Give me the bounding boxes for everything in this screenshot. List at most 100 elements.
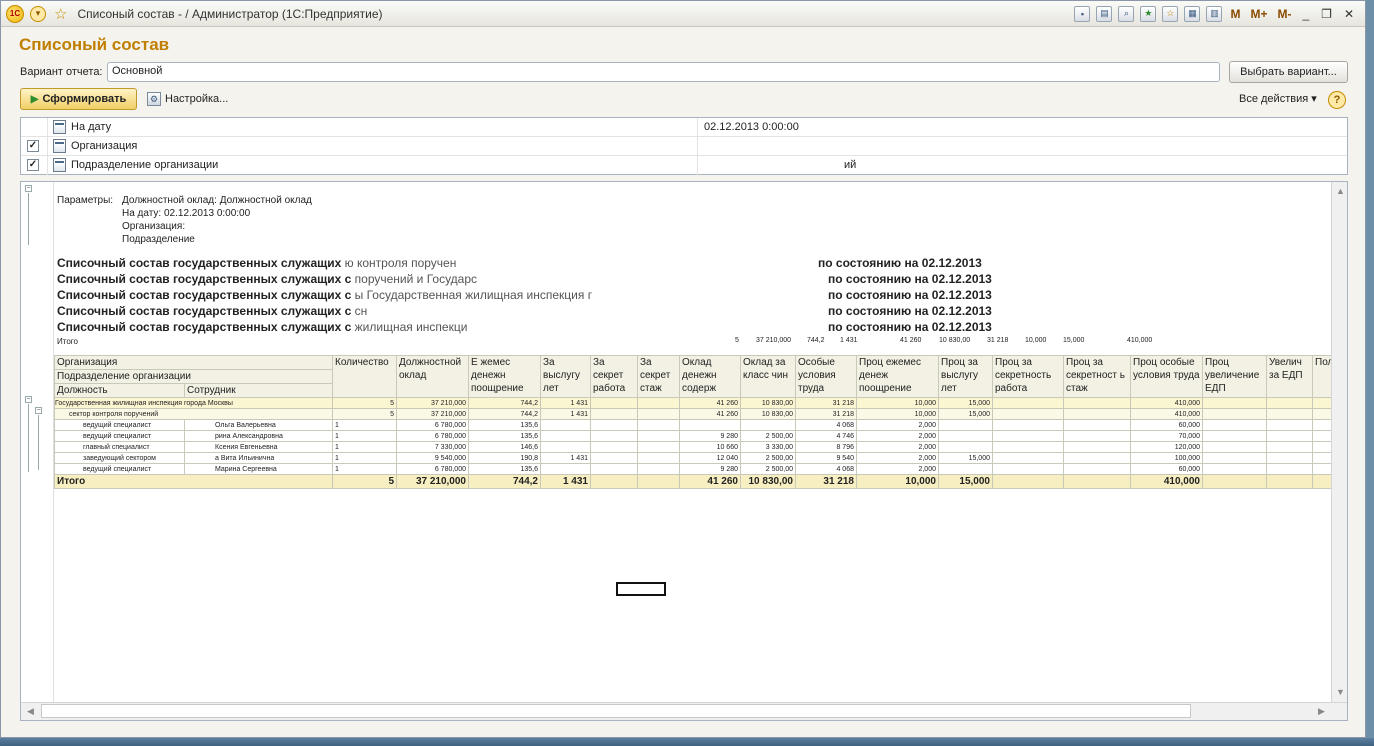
scroll-right-icon[interactable]: ▶ (1318, 706, 1325, 717)
play-icon: ▶ (30, 93, 39, 105)
column-header[interactable]: Оклад за класс чин (740, 355, 796, 398)
scroll-up-icon[interactable]: ▲ (1336, 186, 1345, 196)
table-cell (1202, 430, 1267, 442)
column-header[interactable]: Подразделение организации (54, 369, 333, 384)
filter-row[interactable]: На дату 02.12.2013 0:00:00 (21, 118, 1347, 137)
close-icon[interactable]: ✕ (1341, 7, 1357, 21)
column-header[interactable]: Должность (54, 383, 185, 398)
table-row[interactable]: Государственная жилищная инспекция город… (54, 397, 1337, 409)
horizontal-scrollbar[interactable]: ◀ ▶ (21, 702, 1347, 720)
column-header[interactable]: Проц за секретность работа (992, 355, 1064, 398)
choose-variant-button[interactable]: Выбрать вариант... (1229, 61, 1348, 83)
total-cell: 1 431 (540, 474, 591, 489)
table-cell (1063, 430, 1131, 442)
scroll-left-icon[interactable]: ◀ (27, 706, 34, 717)
table-row[interactable]: заведующий сектором а Вита Ильинична 1 9 54… (54, 452, 1337, 464)
os-taskbar (0, 738, 1374, 746)
calculator-icon[interactable]: ▦ (1184, 5, 1201, 22)
table-row[interactable]: главный специалист Ксения Евгеньевна 1 7 33… (54, 441, 1337, 453)
collapse-icon[interactable]: − (25, 396, 32, 403)
variant-input[interactable]: Основной (107, 62, 1220, 82)
filter-label: Подразделение организации (71, 159, 219, 171)
main-menu-dropdown-icon[interactable]: ▾ (30, 5, 46, 22)
column-header[interactable]: Проц ежемес денеж поощрение (856, 355, 939, 398)
table-row[interactable]: сектор контроля поручений 5 37 210,000 744,… (54, 408, 1337, 420)
table-cell: 4 068 (795, 419, 857, 431)
column-header[interactable]: Проц особые условия труда (1130, 355, 1203, 398)
filter-value[interactable]: ий (697, 156, 1347, 175)
table-cell: 9 280 (679, 463, 741, 475)
table-cell: 2,000 (856, 441, 939, 453)
column-header[interactable]: Оклад денежн содерж (679, 355, 741, 398)
scroll-thumb[interactable] (41, 704, 1191, 718)
column-header[interactable]: Должностной оклад (396, 355, 469, 398)
window-title: Списоный состав - / Администратор (1С:Пр… (77, 6, 383, 21)
print-preview-icon[interactable]: ⌕ (1118, 5, 1135, 22)
table-cell (1063, 408, 1131, 420)
vertical-scrollbar[interactable]: ▲ ▼ (1331, 182, 1347, 702)
filter-value[interactable]: 02.12.2013 0:00:00 (697, 118, 1347, 137)
column-header[interactable]: Проц за секретност ь стаж (1063, 355, 1131, 398)
all-actions-menu[interactable]: Все действия ▾ (1239, 92, 1317, 105)
minimize-icon[interactable]: _ (1299, 7, 1312, 21)
table-cell (590, 441, 638, 453)
scroll-down-icon[interactable]: ▼ (1336, 687, 1345, 697)
collapse-icon[interactable]: − (35, 407, 42, 414)
favorites-star-icon[interactable]: ☆ (54, 5, 67, 23)
filter-row[interactable]: ✓ Организация (21, 137, 1347, 156)
column-header[interactable]: Увелич за ЕДП (1266, 355, 1313, 398)
total-row[interactable]: Итого 5 37 210,000 744,2 1 431 41 260 10 830,0… (54, 474, 1337, 489)
filter-value[interactable] (697, 137, 1347, 156)
table-cell (637, 452, 680, 464)
filter-check-cell: ✓ (21, 137, 48, 156)
table-row[interactable]: ведущий специалист Ольга Валерьевна 1 6 780… (54, 419, 1337, 431)
table-row[interactable]: ведущий специалист рина Александровна 1 6 7… (54, 430, 1337, 442)
table-cell: 10,000 (856, 408, 939, 420)
table-cell (590, 452, 638, 464)
memory-plus-button[interactable]: M+ (1248, 7, 1269, 21)
total-cell (1063, 474, 1131, 489)
column-header[interactable]: Проц увеличение ЕДП (1202, 355, 1267, 398)
table-cell (1266, 430, 1313, 442)
table-cell: 135,6 (468, 419, 541, 431)
collapse-icon[interactable]: − (25, 185, 32, 192)
heading-right: по состоянию на 02.12.2013 (828, 304, 992, 318)
column-header[interactable]: За секрет работа (590, 355, 638, 398)
table-cell: 6 780,000 (396, 430, 469, 442)
column-header[interactable]: Количество (332, 355, 397, 398)
filter-checkbox[interactable]: ✓ (27, 159, 39, 171)
table-row[interactable]: ведущий специалист Марина Сергеевна 1 6 780… (54, 463, 1337, 475)
add-favorite-icon[interactable]: ★ (1140, 5, 1157, 22)
app-logo-icon[interactable]: 1С (6, 4, 24, 23)
report-area[interactable]: − − − Параметры: Должностной оклад: Долж… (20, 181, 1348, 721)
column-header[interactable]: Особые условия труда (795, 355, 857, 398)
table-cell (679, 419, 741, 431)
column-header[interactable]: Е жемес денежн поощрение (468, 355, 541, 398)
column-header[interactable]: За секрет стаж (637, 355, 680, 398)
total-cell: 41 260 (679, 474, 741, 489)
params-label: Параметры: (57, 195, 114, 206)
print-icon[interactable]: ▤ (1096, 5, 1113, 22)
generate-button[interactable]: ▶ Сформировать (20, 88, 137, 110)
column-header[interactable]: Организация (54, 355, 333, 370)
restore-icon[interactable]: ❐ (1318, 7, 1335, 21)
filter-checkbox[interactable]: ✓ (27, 140, 39, 152)
calendar-icon[interactable]: ▥ (1206, 5, 1223, 22)
table-cell: 2 500,00 (740, 430, 796, 442)
help-icon[interactable]: ? (1328, 91, 1346, 109)
filter-row[interactable]: ✓ Подразделение организации ий (21, 156, 1347, 175)
memory-minus-button[interactable]: M- (1275, 7, 1293, 21)
total-cell (1202, 474, 1267, 489)
column-header[interactable]: Проц за выслугу лет (938, 355, 993, 398)
memory-button[interactable]: M (1228, 7, 1242, 21)
column-header[interactable]: За выслугу лет (540, 355, 591, 398)
save-icon[interactable]: ▪ (1074, 5, 1091, 22)
selected-cell-indicator (616, 582, 666, 596)
heading-mid: жилищная инспекци (354, 320, 468, 334)
table-cell (590, 408, 638, 420)
favorites-icon[interactable]: ☆ (1162, 5, 1179, 22)
column-header[interactable]: Сотрудник (184, 383, 333, 398)
heading-left: Списочный состав государственных служащи… (57, 304, 352, 318)
settings-button[interactable]: ⚙ Настройка... (147, 92, 228, 106)
table-cell: 190,8 (468, 452, 541, 464)
